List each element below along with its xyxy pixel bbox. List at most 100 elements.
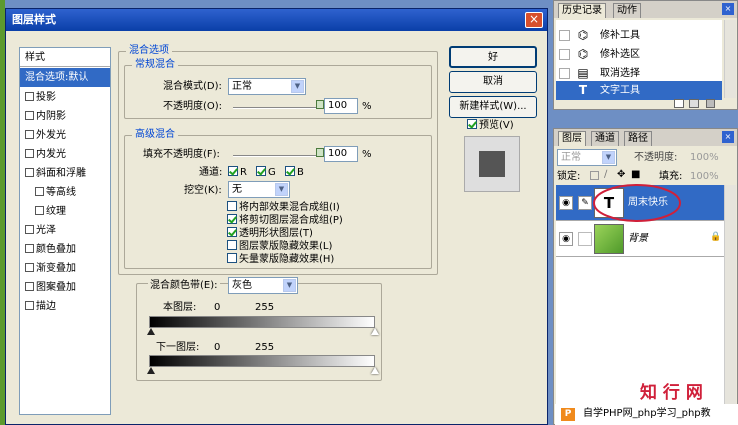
lock-transparency-icon[interactable] xyxy=(590,171,599,180)
checkbox[interactable] xyxy=(559,68,570,79)
layer-blend-mode-select[interactable]: 正常 ▼ xyxy=(557,149,617,166)
checkbox[interactable] xyxy=(25,282,34,291)
checkbox[interactable] xyxy=(25,111,34,120)
eye-icon[interactable]: ◉ xyxy=(559,196,573,210)
ok-button[interactable]: 好 xyxy=(449,46,537,68)
general-blending-title: 常规混合 xyxy=(132,59,178,71)
option-transparency-shapes[interactable]: 透明形状图层(T) xyxy=(227,227,313,241)
checkbox[interactable] xyxy=(25,168,34,177)
trash-icon[interactable] xyxy=(706,99,715,108)
preview-checkbox[interactable]: 预览(V) xyxy=(467,119,514,133)
checkbox[interactable] xyxy=(227,227,237,237)
checkbox[interactable] xyxy=(228,166,238,176)
tab-actions[interactable]: 动作 xyxy=(613,3,641,18)
channel-b[interactable]: B xyxy=(285,166,304,180)
tab-layers[interactable]: 图层 xyxy=(558,131,586,146)
option-blend-interior[interactable]: 将内部效果混合成组(I) xyxy=(227,201,340,215)
checkbox[interactable] xyxy=(227,201,237,211)
checkbox[interactable] xyxy=(25,244,34,253)
channel-r[interactable]: R xyxy=(228,166,247,180)
option-label: 将剪切图层混合成组(P) xyxy=(239,215,343,226)
checkbox[interactable] xyxy=(467,119,477,129)
style-item-inner-glow[interactable]: 内发光 xyxy=(20,145,110,164)
tab-channels[interactable]: 通道 xyxy=(591,131,619,146)
checkbox[interactable] xyxy=(285,166,295,176)
lock-move-icon[interactable]: ✥ xyxy=(617,169,625,180)
style-item-label: 混合选项:默认 xyxy=(25,72,89,83)
opacity-slider-track[interactable] xyxy=(233,107,323,109)
checkbox[interactable] xyxy=(227,253,237,263)
this-layer-white-slider[interactable] xyxy=(371,328,379,335)
checkbox[interactable] xyxy=(25,92,34,101)
layer-row-background[interactable]: ◉ 背景 🔒 xyxy=(556,221,732,257)
checkbox[interactable] xyxy=(25,225,34,234)
checkbox[interactable] xyxy=(227,214,237,224)
checkbox[interactable] xyxy=(25,301,34,310)
new-style-button[interactable]: 新建样式(W)... xyxy=(449,96,537,118)
option-layer-mask-hides[interactable]: 图层蒙版隐藏效果(L) xyxy=(227,240,332,254)
checkbox[interactable] xyxy=(559,49,570,60)
new-snapshot-icon[interactable] xyxy=(689,99,699,108)
checkbox[interactable] xyxy=(559,30,570,41)
opacity-input[interactable]: 100 xyxy=(324,98,358,114)
tab-paths[interactable]: 路径 xyxy=(624,131,652,146)
style-item-stroke[interactable]: 描边 xyxy=(20,297,110,316)
history-item[interactable]: ⌬ 修补工具 xyxy=(556,26,722,45)
fill-opacity-slider-track[interactable] xyxy=(233,155,323,157)
blending-options-title: 混合选项 xyxy=(126,45,172,57)
layer-opacity-value[interactable]: 100% xyxy=(690,151,719,165)
channel-g[interactable]: G xyxy=(256,166,276,180)
option-vector-mask-hides[interactable]: 矢量蒙版隐藏效果(H) xyxy=(227,253,334,267)
underlying-layer-white-slider[interactable] xyxy=(371,367,379,374)
style-item-label: 纹理 xyxy=(46,206,66,217)
style-item-contour[interactable]: 等高线 xyxy=(20,183,110,202)
checkbox[interactable] xyxy=(25,130,34,139)
style-item-texture[interactable]: 纹理 xyxy=(20,202,110,221)
checkbox[interactable] xyxy=(35,187,44,196)
fill-opacity-input[interactable]: 100 xyxy=(324,146,358,162)
style-item-bevel-emboss[interactable]: 斜面和浮雕 xyxy=(20,164,110,183)
checkbox[interactable] xyxy=(256,166,266,176)
blend-mode-select[interactable]: 正常 ▼ xyxy=(228,78,306,95)
link-slot[interactable] xyxy=(578,232,592,246)
style-item-pattern-overlay[interactable]: 图案叠加 xyxy=(20,278,110,297)
history-item[interactable]: ⌬ 修补选区 xyxy=(556,45,722,64)
checkbox[interactable] xyxy=(227,240,237,250)
lock-brush-icon[interactable]: ∕ xyxy=(604,169,607,180)
eye-icon[interactable]: ◉ xyxy=(559,232,573,246)
layer-row-text[interactable]: ◉ ✎ T 周末快乐 xyxy=(556,184,732,222)
underlying-layer-black-slider[interactable] xyxy=(147,367,155,374)
style-item-color-overlay[interactable]: 颜色叠加 xyxy=(20,240,110,259)
new-document-icon[interactable] xyxy=(674,99,684,108)
close-button[interactable]: × xyxy=(525,12,543,28)
style-item-gradient-overlay[interactable]: 渐变叠加 xyxy=(20,259,110,278)
style-item-drop-shadow[interactable]: 投影 xyxy=(20,88,110,107)
watermark-footer: P 自学PHP网_php学习_php教 xyxy=(555,404,738,425)
watermark-text: 自学PHP网_php学习_php教 xyxy=(583,408,711,419)
style-item-outer-glow[interactable]: 外发光 xyxy=(20,126,110,145)
history-item-selected[interactable]: T 文字工具 xyxy=(556,81,722,100)
panel-close-icon[interactable]: × xyxy=(722,131,734,143)
layers-scrollbar[interactable] xyxy=(724,185,736,415)
tab-history[interactable]: 历史记录 xyxy=(558,3,606,18)
checkbox[interactable] xyxy=(25,149,34,158)
opacity-slider-thumb[interactable] xyxy=(316,100,324,109)
knockout-select[interactable]: 无 ▼ xyxy=(228,181,290,198)
fill-opacity-percent: % xyxy=(362,149,372,160)
style-item-inner-shadow[interactable]: 内阴影 xyxy=(20,107,110,126)
blend-if-select[interactable]: 灰色 ▼ xyxy=(228,277,298,294)
this-layer-black-slider[interactable] xyxy=(147,328,155,335)
style-item-label: 内发光 xyxy=(36,149,66,160)
style-item-satin[interactable]: 光泽 xyxy=(20,221,110,240)
checkbox[interactable] xyxy=(25,263,34,272)
style-item-blending-options[interactable]: 混合选项:默认 xyxy=(20,68,110,87)
history-scrollbar[interactable] xyxy=(724,20,736,98)
cancel-button[interactable]: 取消 xyxy=(449,71,537,93)
fill-opacity-slider-thumb[interactable] xyxy=(316,148,324,157)
fill-value[interactable]: 100% xyxy=(690,170,719,184)
lock-all-icon[interactable]: ■ xyxy=(631,169,640,180)
option-blend-clipped[interactable]: 将剪切图层混合成组(P) xyxy=(227,214,343,228)
this-layer-max: 255 xyxy=(255,302,275,313)
checkbox[interactable] xyxy=(35,206,44,215)
panel-close-icon[interactable]: × xyxy=(722,3,734,15)
